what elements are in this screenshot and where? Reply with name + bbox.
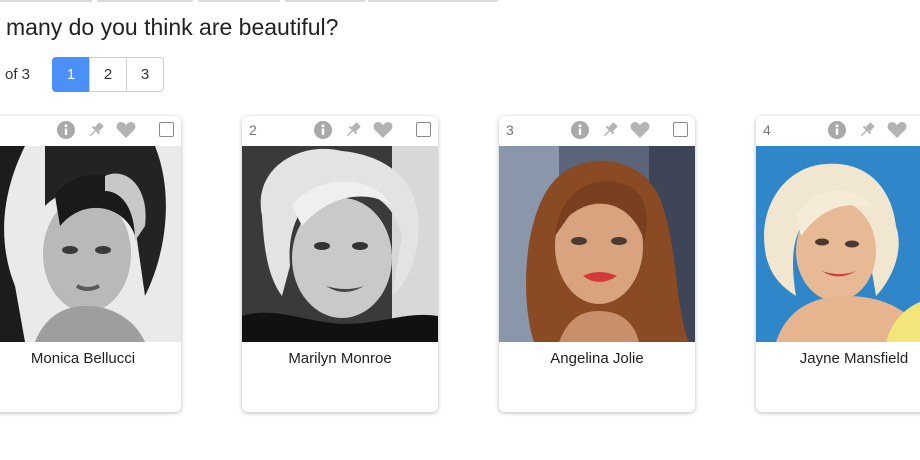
celebrity-name: Monica Bellucci	[30, 350, 136, 367]
heart-icon[interactable]	[882, 119, 912, 141]
info-icon[interactable]	[51, 119, 81, 141]
select-checkbox[interactable]	[159, 122, 174, 137]
heart-icon[interactable]	[111, 119, 141, 141]
pin-icon[interactable]	[595, 119, 625, 141]
heart-icon[interactable]	[625, 119, 655, 141]
top-divider	[0, 0, 920, 2]
info-icon[interactable]	[308, 119, 338, 141]
celebrity-name: Marilyn Monroe	[288, 350, 392, 367]
page-count-label: of 3	[5, 66, 31, 83]
card-number: 4	[763, 122, 771, 138]
celebrity-name: Angelina Jolie	[550, 350, 644, 367]
pin-icon[interactable]	[338, 119, 368, 141]
pin-icon[interactable]	[852, 119, 882, 141]
page-button-3[interactable]: 3	[126, 57, 164, 92]
celebrity-card[interactable]: 4 Jayne Mansfield	[756, 116, 920, 412]
select-checkbox[interactable]	[416, 122, 431, 137]
card-toolbar	[822, 119, 912, 141]
page-button-2[interactable]: 2	[89, 57, 127, 92]
celebrity-card[interactable]: Monica Bellucci	[0, 116, 181, 412]
celebrity-photo[interactable]	[499, 146, 695, 342]
celebrity-name: Jayne Mansfield	[799, 350, 909, 367]
card-toolbar	[565, 119, 655, 141]
page-button-1[interactable]: 1	[52, 57, 90, 92]
select-checkbox[interactable]	[673, 122, 688, 137]
question-title: many do you think are beautiful?	[6, 14, 339, 40]
celebrity-card[interactable]: 2 Marilyn Monroe	[242, 116, 438, 412]
card-number: 2	[249, 122, 257, 138]
card-number: 3	[506, 122, 514, 138]
celebrity-photo[interactable]	[756, 146, 920, 342]
pin-icon[interactable]	[81, 119, 111, 141]
celebrity-photo[interactable]	[0, 146, 181, 342]
card-toolbar	[308, 119, 398, 141]
info-icon[interactable]	[822, 119, 852, 141]
celebrity-photo[interactable]	[242, 146, 438, 342]
celebrity-card[interactable]: 3 Angelina Jolie	[499, 116, 695, 412]
pagination: 1 2 3	[52, 57, 164, 92]
heart-icon[interactable]	[368, 119, 398, 141]
info-icon[interactable]	[565, 119, 595, 141]
card-toolbar	[51, 119, 141, 141]
